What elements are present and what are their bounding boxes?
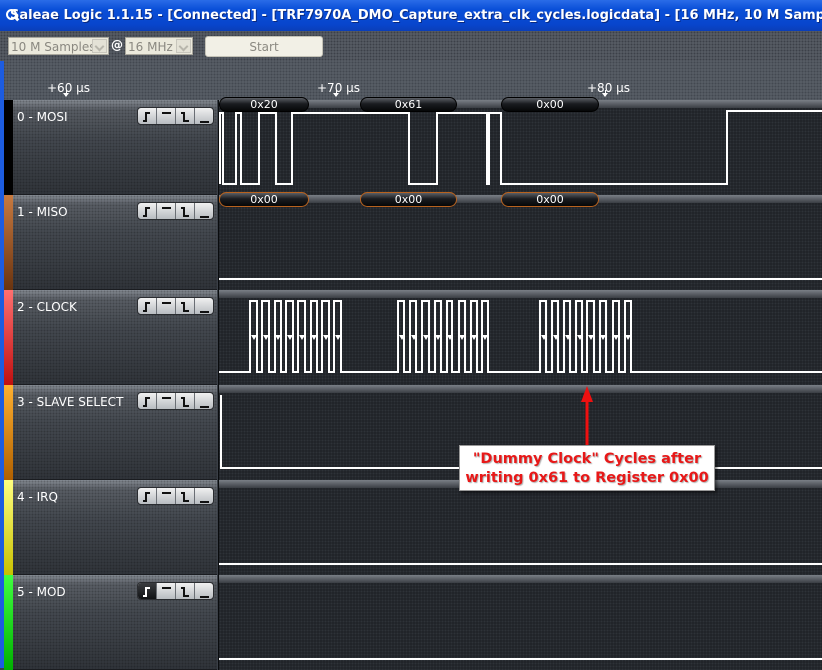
waveform-trace xyxy=(219,658,822,660)
time-tick-label: +80 µs xyxy=(587,81,631,95)
trigger-falling-edge-button[interactable] xyxy=(176,203,195,219)
trigger-falling-edge-button[interactable] xyxy=(176,108,195,124)
waveform-area[interactable] xyxy=(218,575,822,670)
trigger-falling-edge-button[interactable] xyxy=(176,393,195,409)
sample-rate-select[interactable]: 16 MHz xyxy=(125,37,193,55)
waveform-trace xyxy=(219,110,822,185)
chevron-down-icon[interactable] xyxy=(92,39,107,53)
channel-color-strip xyxy=(4,100,13,195)
channel-row: 2 - CLOCK xyxy=(4,290,822,385)
samples-select[interactable]: 10 M Samples xyxy=(8,37,109,55)
decoded-value-bubble[interactable]: 0x00 xyxy=(501,192,599,207)
waveform-area[interactable] xyxy=(218,480,822,575)
trigger-high-level-button[interactable] xyxy=(157,393,176,409)
time-ruler[interactable]: +60 µs +70 µs +80 µs xyxy=(0,61,822,100)
channel-color-strip xyxy=(4,480,13,575)
channel-row: 1 - MISO 0x00 0x00 0x00 xyxy=(4,192,822,290)
channel-name: 1 - MISO xyxy=(17,205,68,219)
trigger-buttons xyxy=(137,202,214,220)
channel-row: 4 - IRQ xyxy=(4,480,822,575)
start-button[interactable]: Start xyxy=(205,36,323,57)
tick-arrow-icon xyxy=(333,93,339,97)
waveform-trace xyxy=(219,278,822,280)
trigger-falling-edge-button[interactable] xyxy=(176,583,195,599)
channel-row: 5 - MOD xyxy=(4,575,822,670)
annotation-line-2: writing 0x61 to Register 0x00 xyxy=(465,470,709,486)
channel-color-strip xyxy=(4,195,13,290)
decoded-value-bubble[interactable]: 0x00 xyxy=(501,97,599,112)
channel-name: 4 - IRQ xyxy=(17,490,58,504)
tick-arrow-icon xyxy=(63,93,69,97)
waveform-area[interactable]: 0x20 0x61 0x00 xyxy=(218,97,822,195)
trigger-low-level-button[interactable] xyxy=(195,108,213,124)
channel-color-strip xyxy=(4,290,13,385)
trigger-buttons xyxy=(137,107,214,125)
trigger-buttons xyxy=(137,297,214,315)
channel-name: 2 - CLOCK xyxy=(17,300,77,314)
clock-signal xyxy=(219,300,822,373)
trigger-buttons xyxy=(137,487,214,505)
trigger-rising-edge-button[interactable] xyxy=(138,583,157,599)
channel-name: 3 - SLAVE SELECT xyxy=(17,395,124,409)
channel-color-strip xyxy=(4,385,13,480)
trigger-high-level-button[interactable] xyxy=(157,203,176,219)
trigger-rising-edge-button[interactable] xyxy=(138,488,157,504)
tick-arrow-icon xyxy=(602,93,608,97)
title-bar: Saleae Logic 1.1.15 - [Connected] - [TRF… xyxy=(0,0,822,31)
at-label: @ xyxy=(111,38,123,52)
waveform-trace xyxy=(219,563,822,565)
trigger-low-level-button[interactable] xyxy=(195,393,213,409)
channel-name: 5 - MOD xyxy=(17,585,66,599)
window-title: Saleae Logic 1.1.15 - [Connected] - [TRF… xyxy=(10,8,822,23)
trigger-low-level-button[interactable] xyxy=(195,298,213,314)
trigger-rising-edge-button[interactable] xyxy=(138,393,157,409)
trigger-high-level-button[interactable] xyxy=(157,298,176,314)
waveform-area[interactable] xyxy=(218,290,822,385)
waveform-trace xyxy=(219,300,822,373)
waveform-area[interactable]: 0x00 0x00 0x00 xyxy=(218,192,822,290)
decoded-value-bubble[interactable]: 0x00 xyxy=(360,192,457,207)
decoded-value-bubble[interactable]: 0x61 xyxy=(360,97,457,112)
samples-select-value: 10 M Samples xyxy=(11,40,96,54)
trigger-buttons xyxy=(137,582,214,600)
decoded-value-bubble[interactable]: 0x20 xyxy=(219,97,309,112)
trigger-buttons xyxy=(137,392,214,410)
channel-name: 0 - MOSI xyxy=(17,110,68,124)
trigger-high-level-button[interactable] xyxy=(157,583,176,599)
trigger-falling-edge-button[interactable] xyxy=(176,298,195,314)
trigger-low-level-button[interactable] xyxy=(195,488,213,504)
trigger-rising-edge-button[interactable] xyxy=(138,298,157,314)
annotation-line-1: "Dummy Clock" Cycles after xyxy=(472,451,702,467)
decoded-value-bubble[interactable]: 0x00 xyxy=(219,192,309,207)
trigger-high-level-button[interactable] xyxy=(157,108,176,124)
trigger-low-level-button[interactable] xyxy=(195,583,213,599)
channel-row: 0 - MOSI 0x20 0x61 0x00 xyxy=(4,97,822,195)
sample-rate-value: 16 MHz xyxy=(128,40,173,54)
channel-color-strip xyxy=(4,575,13,670)
annotation-arrow-icon xyxy=(581,386,593,446)
trigger-rising-edge-button[interactable] xyxy=(138,108,157,124)
toolbar: 10 M Samples @ 16 MHz Start xyxy=(0,31,822,61)
trigger-falling-edge-button[interactable] xyxy=(176,488,195,504)
trigger-rising-edge-button[interactable] xyxy=(138,203,157,219)
trigger-high-level-button[interactable] xyxy=(157,488,176,504)
annotation-callout: "Dummy Clock" Cycles after writing 0x61 … xyxy=(459,445,715,491)
trigger-low-level-button[interactable] xyxy=(195,203,213,219)
mosi-signal xyxy=(219,110,822,185)
chevron-down-icon[interactable] xyxy=(176,39,191,53)
